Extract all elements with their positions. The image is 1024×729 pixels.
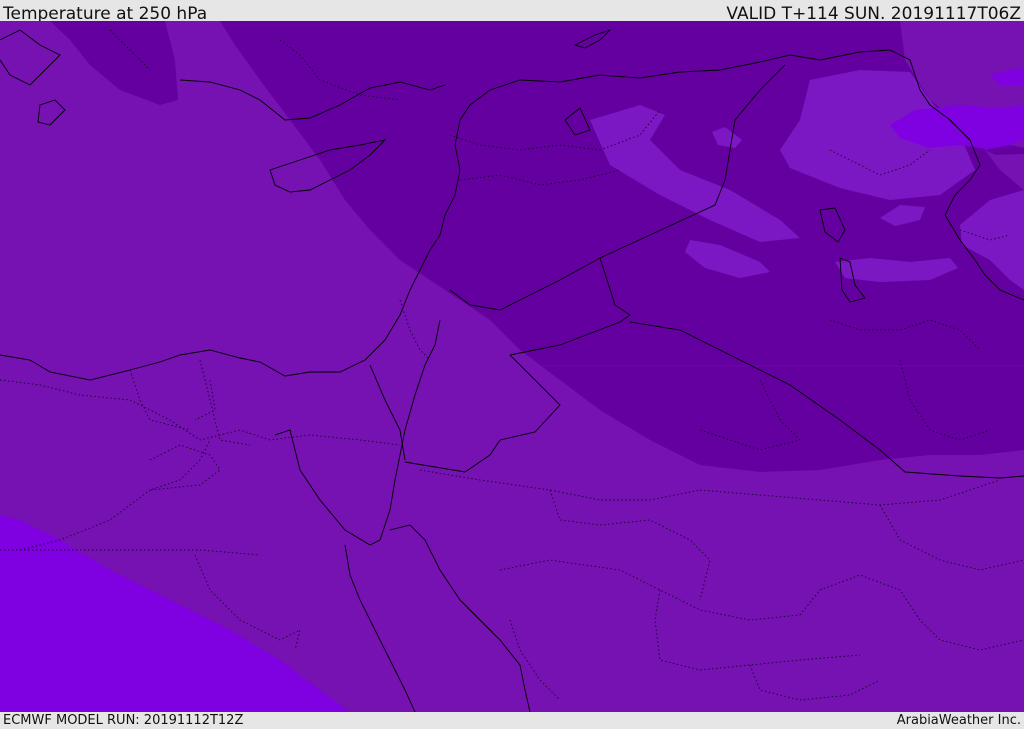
- header-bar: Temperature at 250 hPa VALID T+114 SUN. …: [0, 0, 1024, 24]
- footer-bar: ECMWF MODEL RUN: 20191112T12Z ArabiaWeat…: [0, 712, 1024, 729]
- map-canvas[interactable]: [0, 21, 1024, 712]
- model-run-label: ECMWF MODEL RUN: 20191112T12Z: [3, 713, 244, 728]
- weather-map[interactable]: [0, 21, 1024, 712]
- credit-label: ArabiaWeather Inc.: [896, 713, 1021, 728]
- map-window: Temperature at 250 hPa VALID T+114 SUN. …: [0, 0, 1024, 729]
